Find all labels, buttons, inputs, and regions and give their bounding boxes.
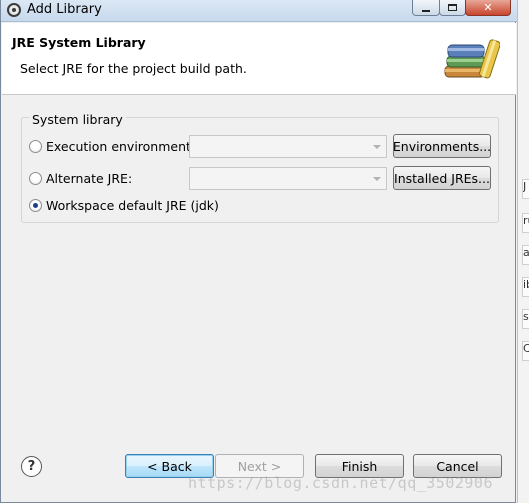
installed-jres-button[interactable]: Installed JREs... bbox=[393, 166, 491, 190]
execution-environment-option[interactable]: Execution environment: bbox=[29, 139, 195, 154]
help-icon[interactable]: ? bbox=[21, 456, 42, 477]
alternate-jre-combo[interactable] bbox=[189, 167, 387, 190]
watermark: https://blog.csdn.net/qq_3502906 bbox=[188, 474, 493, 492]
background-fragment: ar bbox=[522, 245, 529, 265]
eclipse-icon bbox=[7, 3, 21, 17]
maximize-button[interactable] bbox=[439, 0, 466, 16]
background-fragment: ib bbox=[522, 277, 529, 297]
page-title: JRE System Library bbox=[12, 35, 146, 50]
wizard-header: JRE System Library Select JRE for the pr… bbox=[2, 23, 516, 95]
page-description: Select JRE for the project build path. bbox=[20, 61, 247, 76]
workspace-default-jre-option[interactable]: Workspace default JRE (jdk) bbox=[29, 198, 219, 213]
chevron-down-icon bbox=[373, 177, 381, 181]
background-fragment: J bbox=[522, 179, 529, 199]
execution-environment-radio[interactable] bbox=[29, 140, 42, 153]
workspace-default-jre-label: Workspace default JRE (jdk) bbox=[46, 198, 219, 213]
background-fragment: C bbox=[522, 341, 529, 361]
group-label: System library bbox=[29, 112, 126, 127]
library-books-icon bbox=[444, 39, 500, 79]
environments-button[interactable]: Environments... bbox=[393, 134, 491, 158]
alternate-jre-option[interactable]: Alternate JRE: bbox=[29, 171, 132, 186]
close-icon: ✕ bbox=[483, 1, 493, 14]
window-title: Add Library bbox=[27, 2, 102, 17]
background-fragment: ss bbox=[522, 309, 529, 329]
add-library-dialog: Add Library ✕ JRE System Library Select … bbox=[0, 0, 517, 503]
minimize-button[interactable] bbox=[412, 0, 440, 16]
workspace-default-jre-radio[interactable] bbox=[29, 199, 42, 212]
maximize-icon bbox=[448, 4, 457, 11]
minimize-icon bbox=[422, 9, 430, 12]
background-fragment: ru bbox=[522, 213, 529, 233]
title-bar[interactable]: Add Library ✕ bbox=[1, 0, 517, 22]
chevron-down-icon bbox=[373, 145, 381, 149]
close-button[interactable]: ✕ bbox=[465, 0, 511, 16]
execution-environment-combo[interactable] bbox=[189, 135, 387, 158]
alternate-jre-label: Alternate JRE: bbox=[46, 171, 133, 186]
execution-environment-label: Execution environment: bbox=[46, 139, 196, 154]
system-library-section: System library Execution environment: En… bbox=[9, 103, 509, 237]
alternate-jre-radio[interactable] bbox=[29, 172, 42, 185]
